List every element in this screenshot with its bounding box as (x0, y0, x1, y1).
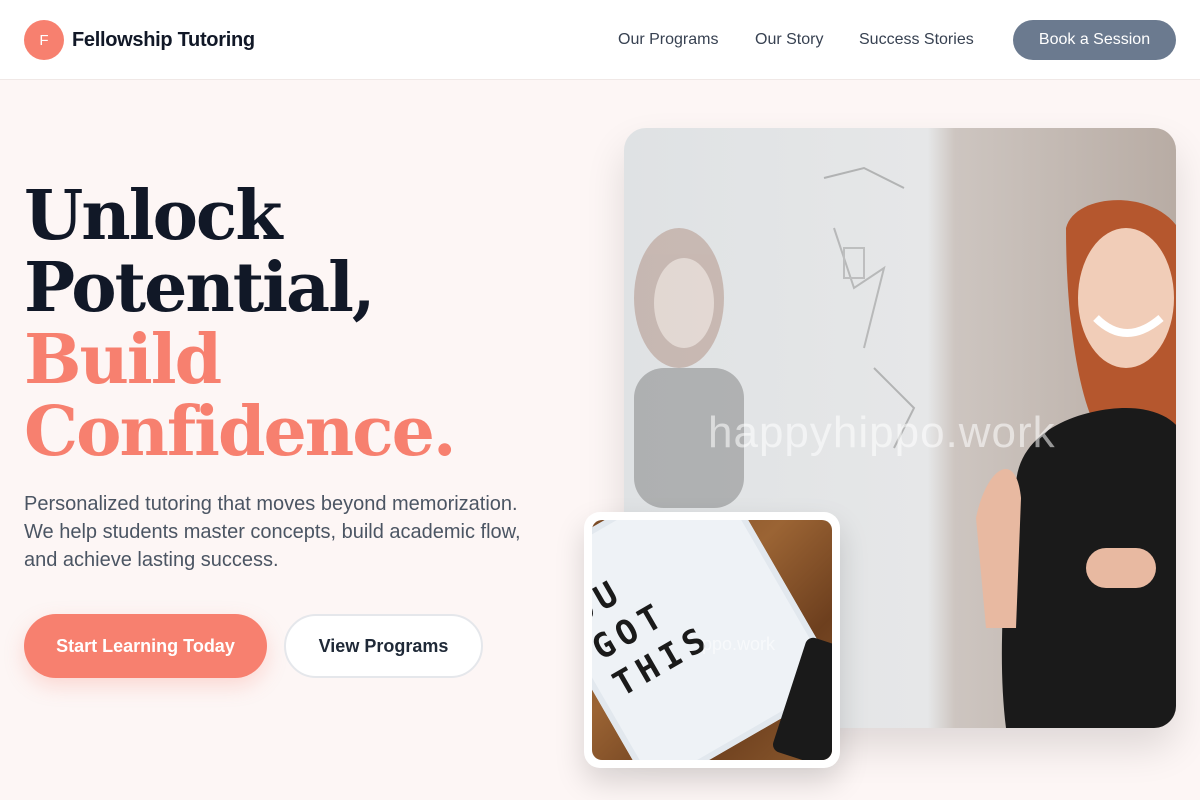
lightbox-sign-text: OU GOT THIS (592, 571, 719, 706)
main-image-watermark: happyhippo.work (708, 408, 1056, 457)
nav-our-programs[interactable]: Our Programs (618, 31, 718, 49)
logo-mark[interactable]: F (24, 20, 64, 60)
hero-title-line-2: Potential, (24, 248, 376, 328)
view-programs-button[interactable]: View Programs (284, 614, 483, 678)
inset-image-card: OU GOT THIS ppo.work (584, 512, 840, 768)
window-reflection-graphic (634, 228, 744, 508)
start-learning-button[interactable]: Start Learning Today (24, 614, 267, 678)
hero-subtitle: Personalized tutoring that moves beyond … (24, 493, 521, 571)
book-session-button[interactable]: Book a Session (1013, 20, 1176, 60)
hero-title: Unlock Potential, Build Confidence. (24, 180, 584, 468)
hero-title-line-4: Confidence. (24, 392, 457, 472)
nav-our-story[interactable]: Our Story (755, 31, 823, 49)
nav-success-stories[interactable]: Success Stories (859, 31, 974, 49)
site-header: F Fellowship Tutoring Our Programs Our S… (0, 0, 1200, 80)
inset-image-watermark: ppo.work (702, 634, 776, 654)
brand-name[interactable]: Fellowship Tutoring (72, 29, 255, 52)
you-got-this-image: OU GOT THIS ppo.work (592, 520, 832, 760)
tutor-photo-graphic (976, 200, 1176, 728)
hero-title-line-1: Unlock (24, 176, 282, 256)
hero-title-line-3: Build (24, 320, 222, 400)
